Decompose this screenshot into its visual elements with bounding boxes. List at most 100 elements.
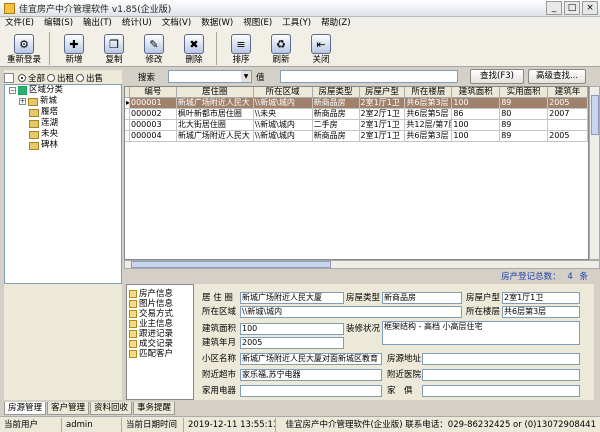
advanced-search-button[interactable]: 高级查找... (528, 69, 586, 84)
furniture-label: 家 俱 (387, 386, 413, 396)
scroll-thumb[interactable] (131, 261, 331, 268)
table-row[interactable]: ▸ 000001 新城广场附近人民大 \\新城\城内 新商品房 2室1厅1卫 共… (125, 98, 588, 109)
menu-file[interactable]: 文件(E) (0, 17, 39, 30)
table-row[interactable]: 000003 北大街居住圈 \\新城\城内 二手房 2室1厅1卫 共12层/第7… (125, 120, 588, 131)
filter-all[interactable]: 全部 (18, 72, 45, 84)
nav-deals[interactable]: 成交记录 (127, 339, 193, 349)
nav-transaction[interactable]: 交易方式 (127, 309, 193, 319)
column-header-floor[interactable]: 所在楼层 (405, 87, 453, 97)
column-header-id[interactable]: 编号 (130, 87, 177, 97)
nav-property-info[interactable]: 房产信息 (127, 289, 193, 299)
build-year-field[interactable]: 2005 (240, 337, 344, 349)
table-cell: 共6层第5层 (405, 109, 453, 120)
status-bar: 当前用户 admin 当前日期时间 2019-12-11 13:55:11 佳宜… (0, 416, 600, 432)
menu-output[interactable]: 输出(T) (78, 17, 117, 30)
collapse-icon[interactable]: − (9, 87, 16, 94)
filter-rent[interactable]: 出租 (47, 72, 74, 84)
relogin-label: 重新登录 (6, 55, 41, 65)
tab-reminders[interactable]: 事务提醒 (133, 402, 176, 415)
column-header-build-area[interactable]: 建筑面积 (452, 87, 501, 97)
sort-label: 排序 (232, 55, 250, 65)
close-button[interactable]: ⇤ 关闭 (302, 30, 340, 65)
refresh-label: 刷新 (272, 55, 290, 65)
radio-sale[interactable] (76, 74, 85, 82)
menu-view[interactable]: 视图(E) (238, 17, 277, 30)
minimize-button[interactable]: _ (546, 1, 562, 15)
refresh-button[interactable]: ♻ 刷新 (262, 30, 300, 65)
appliance-field[interactable] (240, 385, 382, 397)
menu-stats[interactable]: 统计(U) (117, 17, 157, 30)
address-field[interactable] (422, 353, 580, 365)
add-button[interactable]: ✚ 新增 (55, 30, 93, 65)
hospital-field[interactable] (422, 369, 580, 381)
residence-field[interactable]: 新城广场附近人民大厦 (240, 292, 344, 304)
relogin-button[interactable]: ⚙ 重新登录 (2, 30, 46, 65)
furniture-field[interactable] (422, 385, 580, 397)
sort-button[interactable]: ≡ 排序 (222, 30, 260, 65)
table-cell: 86 (452, 109, 501, 120)
scroll-thumb[interactable] (591, 95, 599, 135)
floor-field[interactable]: 共6层第3层 (502, 306, 580, 318)
module-tabs: 房源管理 客户管理 资料回收 事务提醒 (4, 402, 600, 415)
expand-icon[interactable]: + (19, 98, 26, 105)
column-header-build-year[interactable]: 建筑年 (548, 87, 588, 97)
nav-label: 业主信息 (139, 319, 174, 329)
menu-edit[interactable]: 编辑(S) (39, 17, 78, 30)
tree-item-lvta[interactable]: 履塔 (5, 107, 121, 118)
copy-button[interactable]: ❐ 复制 (95, 30, 133, 65)
table-row[interactable]: 000002 枫叶新都市居住圈 \\未央 新商品房 2室2厅1卫 共6层第5层 … (125, 109, 588, 120)
radio-all[interactable] (18, 74, 26, 82)
column-header-residence[interactable]: 居住圈 (177, 87, 254, 97)
menu-data[interactable]: 数据(W) (196, 17, 238, 30)
search-field-select[interactable]: ▼ (168, 70, 252, 83)
tree-item-beilin[interactable]: 碑林 (5, 140, 121, 151)
community-field[interactable]: 新城广场附近人民大厦对面新城区教育 (240, 353, 382, 365)
search-button[interactable]: 查找(F3) (470, 69, 524, 84)
tab-recycle[interactable]: 资料回收 (90, 402, 133, 415)
column-header-usable-area[interactable]: 实用面积 (500, 87, 549, 97)
record-count-value: 4 (567, 272, 573, 282)
edit-button[interactable]: ✎ 修改 (135, 30, 173, 65)
table-cell: 2室1厅1卫 (359, 98, 406, 109)
menu-docs[interactable]: 文档(V) (157, 17, 196, 30)
nav-photo-info[interactable]: 图片信息 (127, 299, 193, 309)
tab-clients[interactable]: 客户管理 (47, 402, 90, 415)
folder-icon (129, 320, 137, 328)
radio-rent[interactable] (47, 74, 56, 82)
nav-match-client[interactable]: 匹配客户 (127, 349, 193, 359)
close-window-button[interactable]: × (582, 1, 598, 15)
menu-tools[interactable]: 工具(Y) (277, 17, 316, 30)
nav-label: 图片信息 (139, 299, 174, 309)
layout-field[interactable]: 2室1厅1卫 (502, 292, 580, 304)
maximize-button[interactable]: □ (564, 1, 580, 15)
region-tree[interactable]: − 区域分类 + 新城 履塔 莲湖 未央 碑林 (4, 84, 122, 284)
search-value-input[interactable] (280, 70, 458, 83)
build-area-field[interactable]: 100 (240, 323, 344, 335)
tree-item-lianhu[interactable]: 莲湖 (5, 118, 121, 129)
status-time-label: 当前日期时间 (122, 417, 184, 432)
column-header-area[interactable]: 所在区域 (254, 87, 313, 97)
picture-icon (129, 300, 137, 308)
delete-button[interactable]: ✖ 删除 (175, 30, 213, 65)
house-type-field[interactable]: 新商品房 (382, 292, 462, 304)
tree-item-weiyang[interactable]: 未央 (5, 129, 121, 140)
chevron-down-icon[interactable]: ▼ (241, 71, 251, 82)
table-horizontal-scrollbar[interactable] (124, 260, 600, 269)
column-header-house-type[interactable]: 房屋类型 (313, 87, 360, 97)
decor-field[interactable]: 框架结构 - 高档 小高层住宅 (382, 321, 580, 345)
record-count-unit: 条 (579, 272, 588, 282)
table-cell: 新商品房 (312, 98, 360, 109)
tree-root[interactable]: − 区域分类 (5, 85, 121, 96)
refresh-icon: ♻ (271, 34, 291, 54)
column-header-layout[interactable]: 房屋户型 (360, 87, 406, 97)
tab-property[interactable]: 房源管理 (4, 402, 47, 415)
table-row[interactable]: 000004 新城广场附近人民大 \\新城\城内 新商品房 2室1厅1卫 共6层… (125, 131, 588, 142)
filter-sale[interactable]: 出售 (76, 72, 103, 84)
nav-followup[interactable]: 跟进记录 (127, 329, 193, 339)
nav-owner-info[interactable]: 业主信息 (127, 319, 193, 329)
table-vertical-scrollbar[interactable] (589, 86, 600, 260)
tree-item-xincheng[interactable]: + 新城 (5, 96, 121, 107)
area-field[interactable]: \\新城\城内 (240, 306, 462, 318)
menu-help[interactable]: 帮助(Z) (316, 17, 355, 30)
market-field[interactable]: 家乐福,苏宁电器 (240, 369, 382, 381)
